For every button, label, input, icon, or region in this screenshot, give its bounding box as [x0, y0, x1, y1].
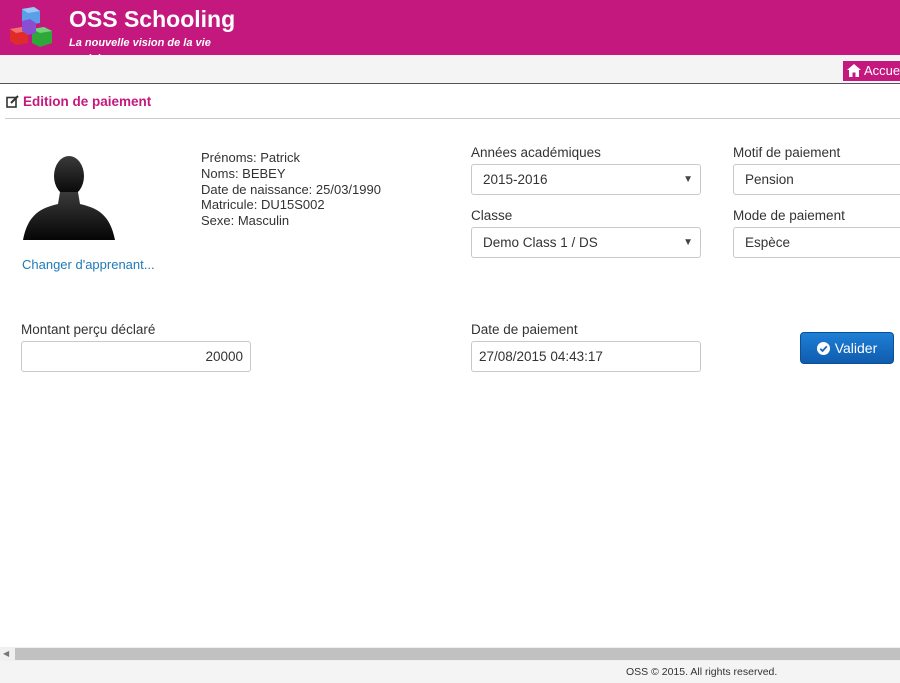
- app-subtitle: La nouvelle vision de la vie scolaire: [69, 37, 211, 55]
- footer: OSS © 2015. All rights reserved.: [0, 661, 900, 683]
- student-matricule: Matricule: DU15S002: [201, 197, 325, 213]
- horizontal-scrollbar[interactable]: ◀: [0, 647, 900, 661]
- app-header: OSS Schooling La nouvelle vision de la v…: [0, 0, 900, 55]
- home-icon: [847, 64, 861, 77]
- student-naissance: Date de naissance: 25/03/1990: [201, 181, 381, 197]
- student-info: Prénoms: Patrick Noms: BEBEY Date de nai…: [201, 150, 381, 229]
- valider-label: Valider: [834, 340, 878, 356]
- app-title: OSS Schooling: [69, 6, 236, 32]
- check-circle-icon: [816, 342, 830, 355]
- user-silhouette-icon: [23, 156, 115, 240]
- valider-button[interactable]: Valider: [800, 332, 894, 364]
- mode-value: Espèce: [745, 235, 791, 250]
- student-sexe: Sexe: Masculin: [201, 213, 290, 229]
- edit-icon: [6, 95, 19, 108]
- motif-select[interactable]: Pension: [733, 164, 900, 195]
- date-value: 27/08/2015 04:43:17: [479, 349, 603, 364]
- montant-value: 20000: [205, 349, 243, 364]
- date-input[interactable]: 27/08/2015 04:43:17: [471, 341, 701, 372]
- scroll-left-icon[interactable]: ◀: [3, 647, 9, 661]
- student-noms: Noms: BEBEY: [201, 165, 286, 181]
- footer-copyright: OSS © 2015. All rights reserved.: [626, 666, 778, 678]
- motif-value: Pension: [745, 172, 794, 187]
- section-title: Edition de paiement: [6, 94, 151, 109]
- home-link[interactable]: Accueil: [843, 61, 900, 81]
- classe-label: Classe: [471, 208, 513, 223]
- navbar: Accueil: [0, 55, 900, 84]
- montant-label: Montant perçu déclaré: [21, 322, 156, 337]
- annees-value: 2015-2016: [483, 172, 548, 187]
- date-label: Date de paiement: [471, 322, 578, 337]
- motif-label: Motif de paiement: [733, 145, 841, 160]
- mode-select[interactable]: Espèce: [733, 227, 900, 258]
- caret-down-icon: ▼: [683, 237, 693, 248]
- student-prenoms: Prénoms: Patrick: [201, 150, 300, 165]
- section-divider: [5, 118, 900, 119]
- scrollbar-thumb[interactable]: [15, 648, 900, 660]
- classe-value: Demo Class 1 / DS: [483, 235, 598, 250]
- montant-input[interactable]: 20000: [21, 341, 251, 372]
- annees-select[interactable]: 2015-2016 ▼: [471, 164, 701, 195]
- change-student-link[interactable]: Changer d'apprenant...: [22, 257, 155, 272]
- logo-cubes-icon: [10, 7, 52, 47]
- annees-label: Années académiques: [471, 145, 601, 160]
- caret-down-icon: ▼: [683, 174, 693, 185]
- mode-label: Mode de paiement: [733, 208, 845, 223]
- section-title-text: Edition de paiement: [23, 94, 152, 109]
- classe-select[interactable]: Demo Class 1 / DS ▼: [471, 227, 701, 258]
- home-label: Accueil: [864, 63, 900, 78]
